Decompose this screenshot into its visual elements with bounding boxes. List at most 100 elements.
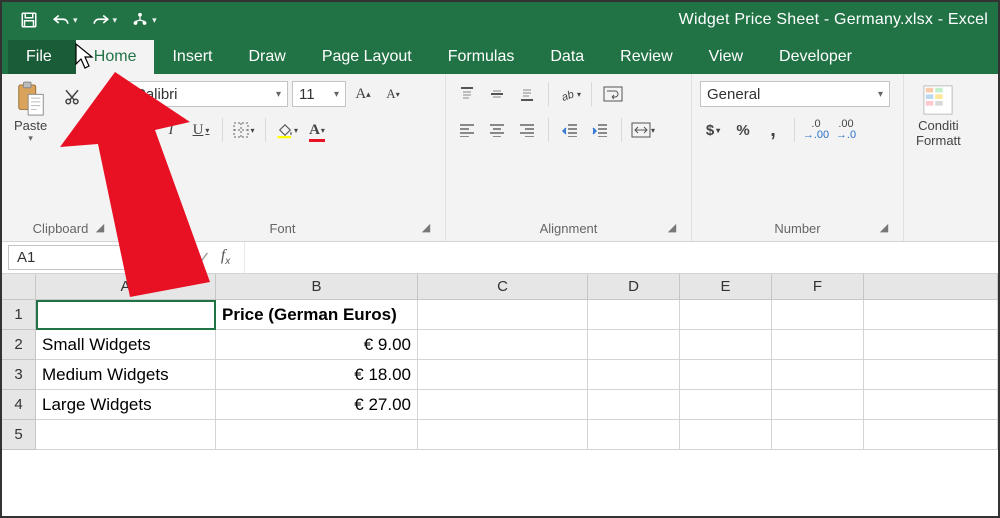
font-color-button[interactable]: A▾ bbox=[304, 117, 330, 143]
cell-E5[interactable] bbox=[680, 420, 772, 450]
number-format-combo[interactable]: General▾ bbox=[700, 81, 890, 107]
bold-button[interactable]: B bbox=[128, 117, 154, 143]
cell-D1[interactable] bbox=[588, 300, 680, 330]
cell-B1[interactable]: Price (German Euros) bbox=[216, 300, 418, 330]
percent-format-button[interactable]: % bbox=[730, 117, 756, 143]
cell-F1[interactable] bbox=[772, 300, 864, 330]
cell-B5[interactable] bbox=[216, 420, 418, 450]
decrease-indent-icon[interactable] bbox=[557, 117, 583, 143]
comma-format-button[interactable]: , bbox=[760, 117, 786, 143]
decrease-font-icon[interactable]: A▾ bbox=[380, 81, 406, 107]
cell-C2[interactable] bbox=[418, 330, 588, 360]
clipboard-launcher-icon[interactable]: ◢ bbox=[93, 221, 107, 235]
enter-formula-icon[interactable]: ✓ bbox=[197, 248, 210, 268]
tab-data[interactable]: Data bbox=[532, 40, 602, 74]
cell-A3[interactable]: Medium Widgets bbox=[36, 360, 216, 390]
cell-G3[interactable] bbox=[864, 360, 998, 390]
cell-C4[interactable] bbox=[418, 390, 588, 420]
col-header-E[interactable]: E bbox=[680, 274, 772, 300]
cell-F3[interactable] bbox=[772, 360, 864, 390]
col-header-F[interactable]: F bbox=[772, 274, 864, 300]
align-bottom-icon[interactable] bbox=[514, 81, 540, 107]
cell-C3[interactable] bbox=[418, 360, 588, 390]
name-box[interactable]: A1▾ bbox=[8, 245, 160, 270]
wrap-text-button[interactable] bbox=[600, 81, 626, 107]
font-size-combo[interactable]: 11▾ bbox=[292, 81, 346, 107]
cell-E4[interactable] bbox=[680, 390, 772, 420]
tab-draw[interactable]: Draw bbox=[230, 40, 303, 74]
cell-B3[interactable]: € 18.00 bbox=[216, 360, 418, 390]
cell-D4[interactable] bbox=[588, 390, 680, 420]
font-launcher-icon[interactable]: ◢ bbox=[419, 221, 433, 235]
align-top-icon[interactable] bbox=[454, 81, 480, 107]
fill-color-button[interactable]: ▾ bbox=[274, 117, 300, 143]
increase-font-icon[interactable]: A▴ bbox=[350, 81, 376, 107]
number-launcher-icon[interactable]: ◢ bbox=[877, 221, 891, 235]
borders-button[interactable]: ▾ bbox=[231, 117, 257, 143]
cell-A2[interactable]: Small Widgets bbox=[36, 330, 216, 360]
align-right-icon[interactable] bbox=[514, 117, 540, 143]
tab-developer[interactable]: Developer bbox=[761, 40, 870, 74]
row-header-4[interactable]: 4 bbox=[2, 390, 36, 420]
cell-F5[interactable] bbox=[772, 420, 864, 450]
row-header-3[interactable]: 3 bbox=[2, 360, 36, 390]
tab-review[interactable]: Review bbox=[602, 40, 690, 74]
cell-G1[interactable] bbox=[864, 300, 998, 330]
cell-A5[interactable] bbox=[36, 420, 216, 450]
row-header-1[interactable]: 1 bbox=[2, 300, 36, 330]
tab-page-layout[interactable]: Page Layout bbox=[304, 40, 430, 74]
increase-decimal-icon[interactable]: .0→.00 bbox=[803, 117, 829, 143]
col-header-D[interactable]: D bbox=[588, 274, 680, 300]
cell-G2[interactable] bbox=[864, 330, 998, 360]
align-center-icon[interactable] bbox=[484, 117, 510, 143]
row-header-5[interactable]: 5 bbox=[2, 420, 36, 450]
select-all-corner[interactable] bbox=[2, 274, 36, 300]
conditional-formatting-button[interactable]: Conditi Formatt bbox=[912, 80, 965, 150]
cell-G5[interactable] bbox=[864, 420, 998, 450]
paste-button[interactable]: Paste ▾ bbox=[10, 80, 51, 146]
cell-D2[interactable] bbox=[588, 330, 680, 360]
row-header-2[interactable]: 2 bbox=[2, 330, 36, 360]
increase-indent-icon[interactable] bbox=[587, 117, 613, 143]
formula-input[interactable] bbox=[244, 242, 998, 273]
cell-C5[interactable] bbox=[418, 420, 588, 450]
cell-E1[interactable] bbox=[680, 300, 772, 330]
tab-view[interactable]: View bbox=[691, 40, 761, 74]
accounting-format-button[interactable]: $▾ bbox=[700, 117, 726, 143]
tab-file[interactable]: File bbox=[8, 40, 76, 74]
cell-G4[interactable] bbox=[864, 390, 998, 420]
font-name-combo[interactable]: Calibri▾ bbox=[128, 81, 288, 107]
tab-formulas[interactable]: Formulas bbox=[430, 40, 533, 74]
cell-D3[interactable] bbox=[588, 360, 680, 390]
decrease-decimal-icon[interactable]: .00→.0 bbox=[833, 117, 859, 143]
alignment-launcher-icon[interactable]: ◢ bbox=[665, 221, 679, 235]
fx-icon[interactable]: fx bbox=[221, 247, 230, 267]
col-header-B[interactable]: B bbox=[216, 274, 418, 300]
align-left-icon[interactable] bbox=[454, 117, 480, 143]
orientation-button[interactable]: ab▾ bbox=[557, 81, 583, 107]
worksheet-grid[interactable]: A B C D E F 1 Price (German Euros) 2 Sma… bbox=[2, 274, 998, 450]
undo-button[interactable]: ▾ bbox=[52, 12, 78, 28]
cell-B2[interactable]: € 9.00 bbox=[216, 330, 418, 360]
cell-A1[interactable] bbox=[36, 300, 216, 330]
cell-E2[interactable] bbox=[680, 330, 772, 360]
italic-button[interactable]: I bbox=[158, 117, 184, 143]
cell-E3[interactable] bbox=[680, 360, 772, 390]
cell-F2[interactable] bbox=[772, 330, 864, 360]
tab-home[interactable]: Home bbox=[76, 40, 155, 74]
cell-C1[interactable] bbox=[418, 300, 588, 330]
cell-B4[interactable]: € 27.00 bbox=[216, 390, 418, 420]
col-header-C[interactable]: C bbox=[418, 274, 588, 300]
save-icon[interactable] bbox=[20, 11, 38, 29]
col-header-overflow[interactable] bbox=[864, 274, 998, 300]
cell-D5[interactable] bbox=[588, 420, 680, 450]
align-middle-icon[interactable] bbox=[484, 81, 510, 107]
cell-A4[interactable]: Large Widgets bbox=[36, 390, 216, 420]
underline-button[interactable]: U▾ bbox=[188, 117, 214, 143]
cell-F4[interactable] bbox=[772, 390, 864, 420]
col-header-A[interactable]: A bbox=[36, 274, 216, 300]
cancel-formula-icon[interactable]: ✕ bbox=[174, 248, 187, 268]
merge-center-button[interactable]: ▾ bbox=[630, 117, 656, 143]
customize-icon[interactable]: ▾ bbox=[131, 11, 157, 29]
cut-button[interactable] bbox=[59, 84, 85, 110]
